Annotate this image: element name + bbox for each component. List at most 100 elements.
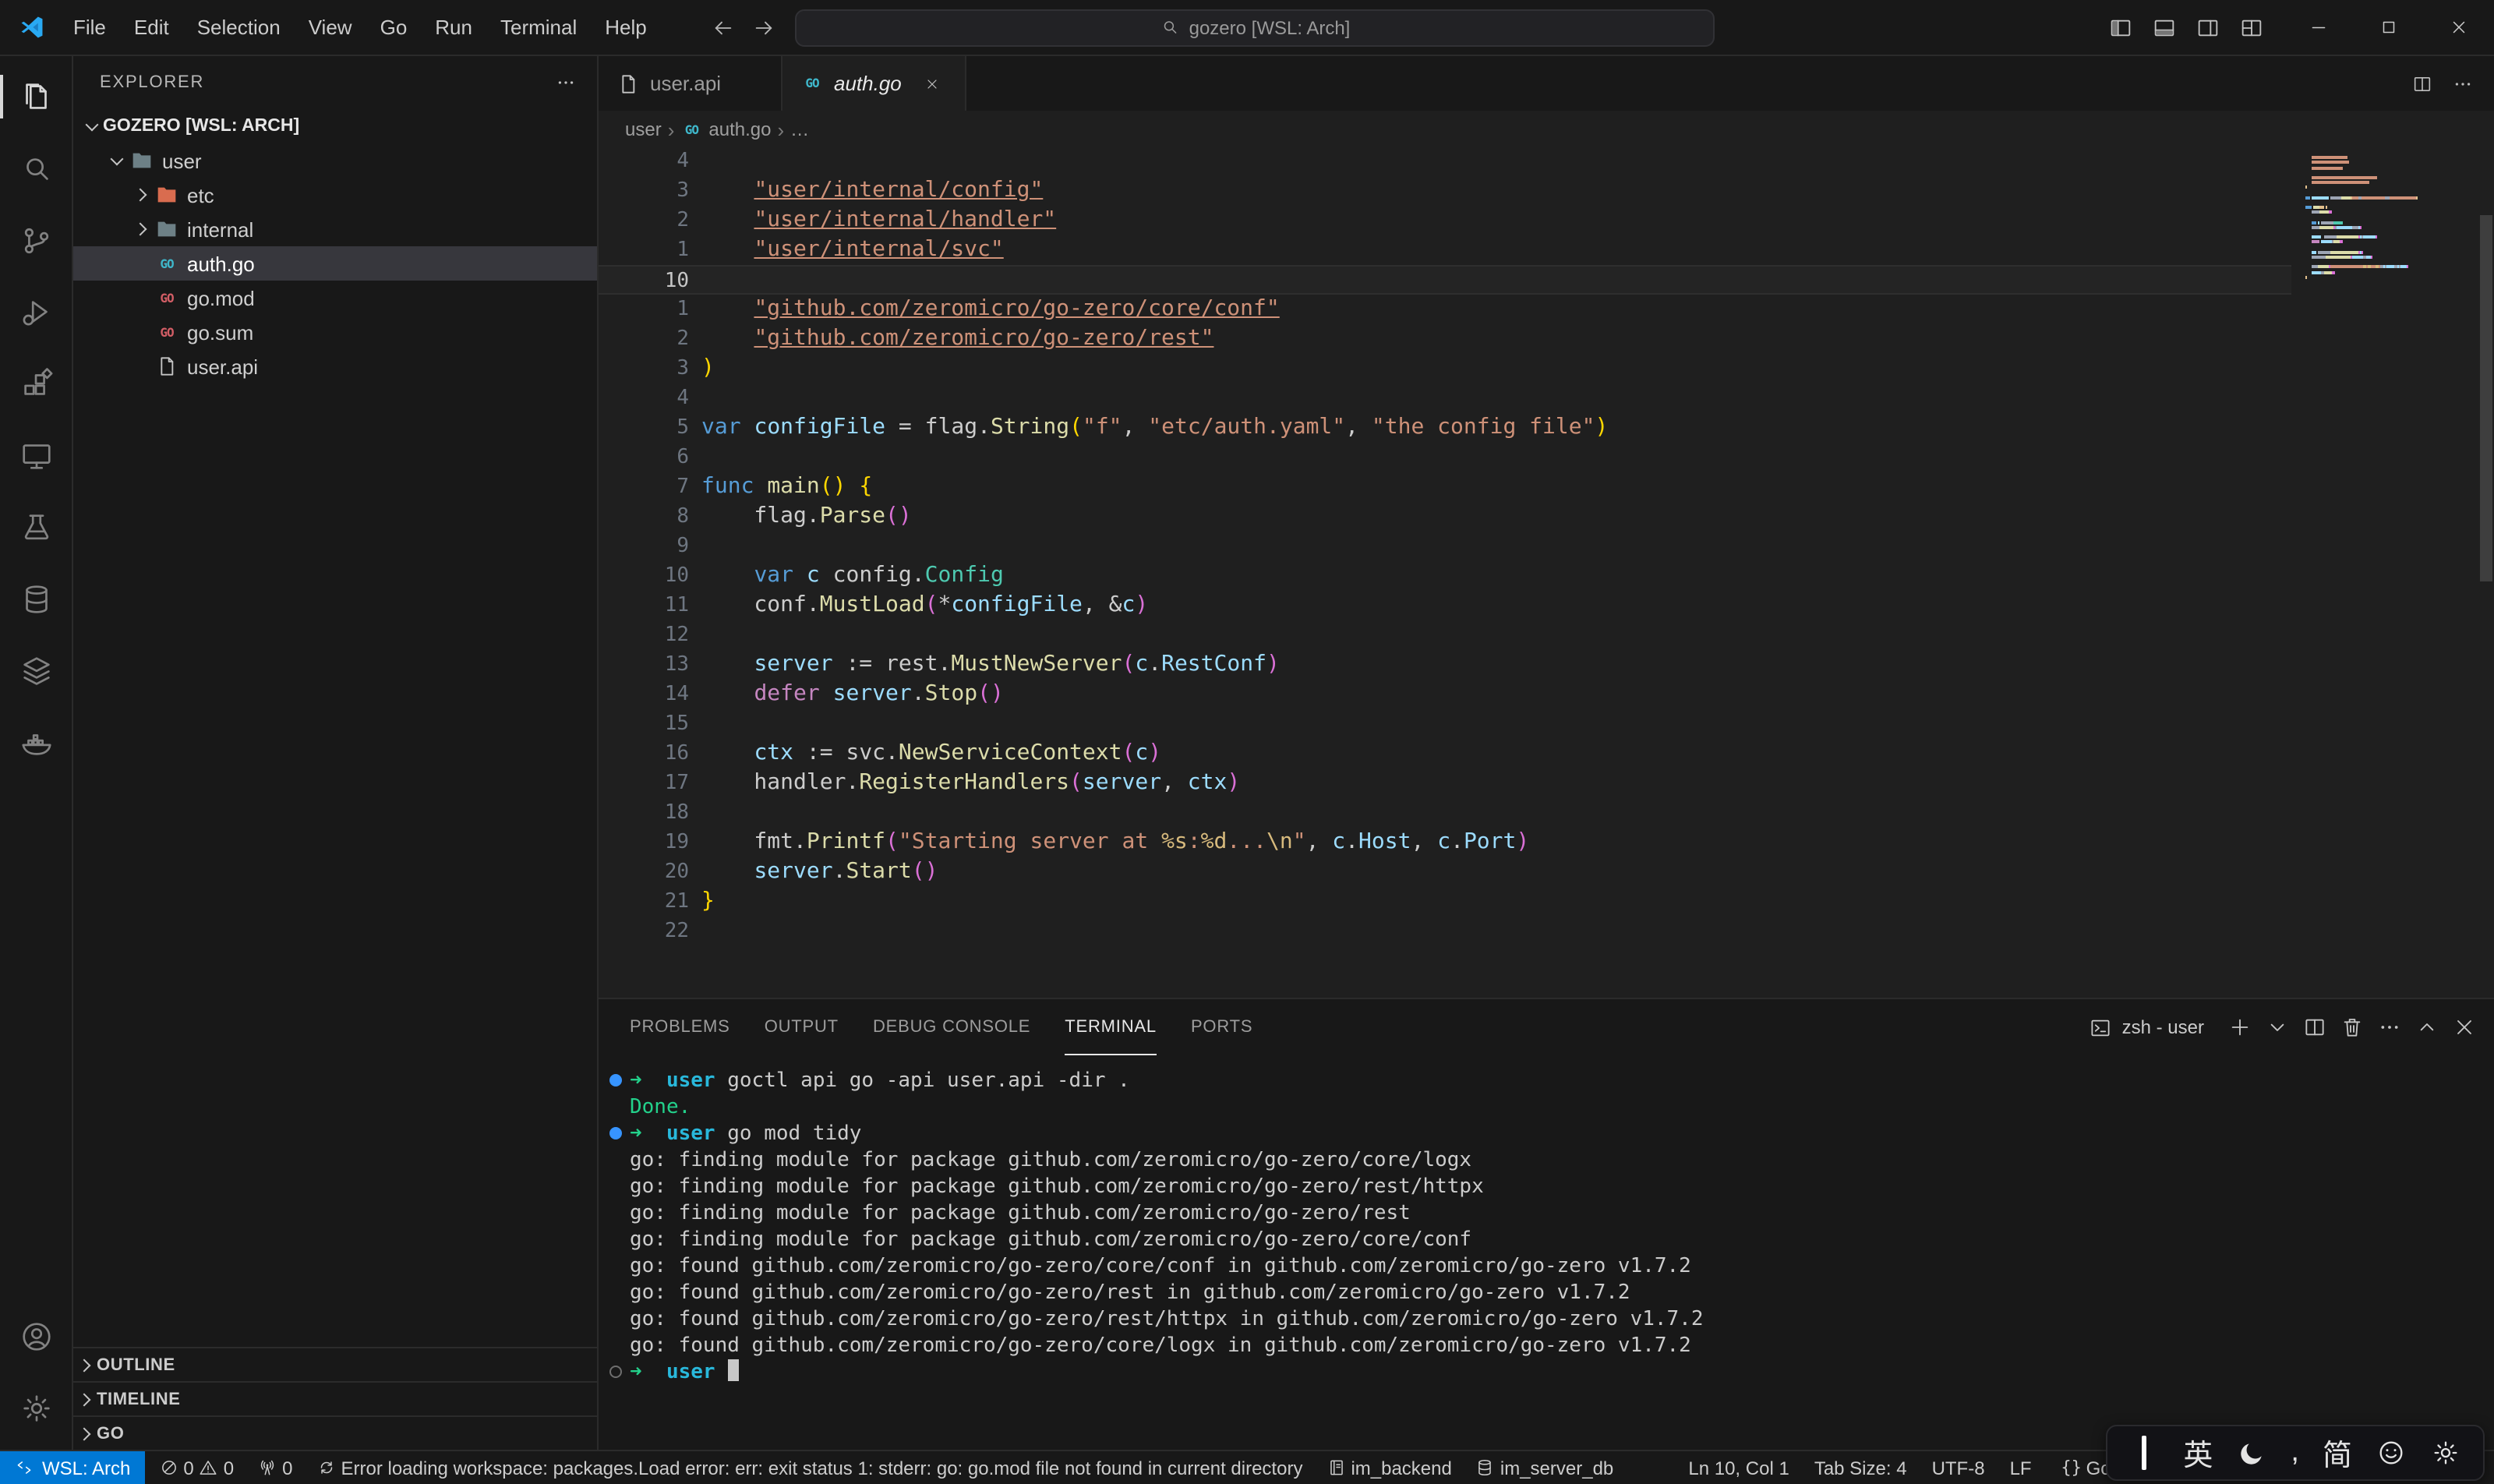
command-decoration[interactable] <box>609 1074 622 1086</box>
breadcrumb[interactable]: user›GOauth.go›… <box>599 112 2494 147</box>
code-line[interactable]: 1 "user/internal/svc" <box>599 235 2291 265</box>
code-editor[interactable]: 43 "user/internal/config"2 "user/interna… <box>599 147 2494 998</box>
explorer-more-actions-icon[interactable] <box>550 67 581 98</box>
remote-indicator[interactable]: WSL: Arch <box>0 1451 144 1484</box>
toggle-panel-button[interactable] <box>2143 7 2185 48</box>
go-back-button[interactable] <box>705 9 742 46</box>
code-line[interactable]: 20 server.Start() <box>599 857 2291 887</box>
code-line[interactable]: 3 "user/internal/config" <box>599 176 2291 206</box>
code-line[interactable]: 22 <box>599 917 2291 946</box>
breadcrumb-item[interactable]: user <box>625 118 662 140</box>
statusbar-indentation[interactable]: Tab Size: 4 <box>1802 1451 1920 1484</box>
statusbar-db-connection-im-backend[interactable]: im_backend <box>1312 1451 1461 1484</box>
menu-file[interactable]: File <box>59 9 120 45</box>
ime-language[interactable]: 英 <box>2183 1432 2213 1474</box>
code-line[interactable]: 10 var c config.Config <box>599 561 2291 591</box>
activitybar-settings[interactable] <box>0 1372 72 1443</box>
code-line[interactable]: 3) <box>599 354 2291 383</box>
command-decoration[interactable] <box>609 1366 622 1378</box>
kill-terminal-icon[interactable] <box>2335 1010 2369 1044</box>
statusbar-cursor-position[interactable]: Ln 10, Col 1 <box>1676 1451 1801 1484</box>
activitybar-extensions[interactable] <box>0 348 72 419</box>
menu-edit[interactable]: Edit <box>120 9 183 45</box>
ime-emoji[interactable] <box>2376 1437 2407 1468</box>
minimap[interactable] <box>2305 151 2474 285</box>
menu-view[interactable]: View <box>295 9 366 45</box>
editor-tab-auth-go[interactable]: GOauth.go <box>782 56 966 111</box>
code-line[interactable]: 5var configFile = flag.String("f", "etc/… <box>599 413 2291 443</box>
statusbar-eol[interactable]: LF <box>1998 1451 2044 1484</box>
command-decoration[interactable] <box>609 1127 622 1140</box>
menu-go[interactable]: Go <box>366 9 422 45</box>
panel-tab-problems[interactable]: PROBLEMS <box>630 999 730 1055</box>
code-line[interactable]: 4 <box>599 147 2291 176</box>
code-line[interactable]: 12 <box>599 620 2291 650</box>
editor-tab-user-api[interactable]: user.api <box>599 56 782 111</box>
activitybar-layers[interactable] <box>0 634 72 706</box>
code-line[interactable]: 1 "github.com/zeromicro/go-zero/core/con… <box>599 295 2291 324</box>
toggle-primary-sidebar-button[interactable] <box>2100 7 2142 48</box>
terminal-profiles-icon[interactable] <box>2260 1010 2294 1044</box>
tree-item-auth-go[interactable]: GOauth.go <box>73 246 597 281</box>
code-line[interactable]: 2 "github.com/zeromicro/go-zero/rest" <box>599 324 2291 354</box>
close-panel-icon[interactable] <box>2447 1010 2482 1044</box>
code-line[interactable]: 7func main() { <box>599 472 2291 502</box>
code-line[interactable]: 4 <box>599 383 2291 413</box>
terminal-instance-selector[interactable]: zsh - user <box>2090 1016 2204 1039</box>
sidebar-section-timeline[interactable]: TIMELINE <box>73 1381 597 1415</box>
activitybar-source-control[interactable] <box>0 204 72 276</box>
panel-tab-ports[interactable]: PORTS <box>1191 999 1252 1055</box>
code-line[interactable]: 18 <box>599 798 2291 828</box>
activitybar-remote-explorer[interactable] <box>0 419 72 491</box>
tree-item-user[interactable]: user <box>73 143 597 178</box>
panel-tab-terminal[interactable]: TERMINAL <box>1065 999 1157 1055</box>
code-line[interactable]: 21} <box>599 887 2291 917</box>
code-line[interactable]: 2 "user/internal/handler" <box>599 206 2291 235</box>
statusbar-workspace-error[interactable]: Error loading workspace: packages.Load e… <box>302 1451 1312 1484</box>
terminal-more-actions-icon[interactable] <box>2372 1010 2407 1044</box>
activitybar-docker[interactable] <box>0 706 72 778</box>
activitybar-run-debug[interactable] <box>0 276 72 348</box>
statusbar-forwarded-ports[interactable]: 0 <box>243 1451 302 1484</box>
tree-item-internal[interactable]: internal <box>73 212 597 246</box>
terminal[interactable]: ➜ user goctl api go -api user.api -dir .… <box>599 1055 2494 1450</box>
editor-scrollbar[interactable] <box>2480 215 2492 581</box>
customize-layout-button[interactable] <box>2231 7 2273 48</box>
ime-punctuation[interactable]: , <box>2291 1436 2299 1470</box>
go-forward-button[interactable] <box>745 9 782 46</box>
code-line[interactable]: 13 server := rest.MustNewServer(c.RestCo… <box>599 650 2291 680</box>
editor-more-actions-icon[interactable] <box>2450 71 2475 96</box>
tree-item-go-sum[interactable]: GOgo.sum <box>73 315 597 349</box>
split-editor-icon[interactable] <box>2410 71 2435 96</box>
code-line[interactable]: 14 defer server.Stop() <box>599 680 2291 709</box>
code-line[interactable]: 15 <box>599 709 2291 739</box>
ime-settings[interactable] <box>2430 1437 2461 1468</box>
maximize-button[interactable] <box>2354 0 2424 55</box>
activitybar-testing[interactable] <box>0 491 72 563</box>
statusbar-db-connection-im-server-db[interactable]: im_server_db <box>1461 1451 1623 1484</box>
breadcrumb-item[interactable]: GOauth.go <box>680 118 771 140</box>
panel-tab-output[interactable]: OUTPUT <box>765 999 839 1055</box>
split-terminal-icon[interactable] <box>2298 1010 2332 1044</box>
menu-selection[interactable]: Selection <box>183 9 295 45</box>
toggle-secondary-sidebar-button[interactable] <box>2187 7 2229 48</box>
activitybar-search[interactable] <box>0 132 72 204</box>
activitybar-explorer[interactable] <box>0 61 72 132</box>
code-line-current[interactable]: 10 <box>599 265 2291 295</box>
statusbar-problems[interactable]: 00 <box>144 1451 243 1484</box>
command-center-search[interactable]: gozero [WSL: Arch] <box>795 9 1715 46</box>
ime-simplified-chinese[interactable]: 简 <box>2323 1432 2352 1474</box>
minimize-button[interactable] <box>2284 0 2354 55</box>
tree-item-etc[interactable]: etc <box>73 178 597 212</box>
tree-item-user-api[interactable]: user.api <box>73 349 597 383</box>
code-line[interactable]: 19 fmt.Printf("Starting server at %s:%d.… <box>599 828 2291 857</box>
tree-item-go-mod[interactable]: GOgo.mod <box>73 281 597 315</box>
code-line[interactable]: 16 ctx := svc.NewServiceContext(c) <box>599 739 2291 768</box>
new-terminal-icon[interactable] <box>2223 1010 2257 1044</box>
menu-terminal[interactable]: Terminal <box>486 9 591 45</box>
statusbar-encoding[interactable]: UTF-8 <box>1920 1451 1998 1484</box>
code-line[interactable]: 9 <box>599 532 2291 561</box>
activitybar-database[interactable] <box>0 563 72 634</box>
sidebar-section-go[interactable]: GO <box>73 1415 597 1450</box>
code-line[interactable]: 8 flag.Parse() <box>599 502 2291 532</box>
